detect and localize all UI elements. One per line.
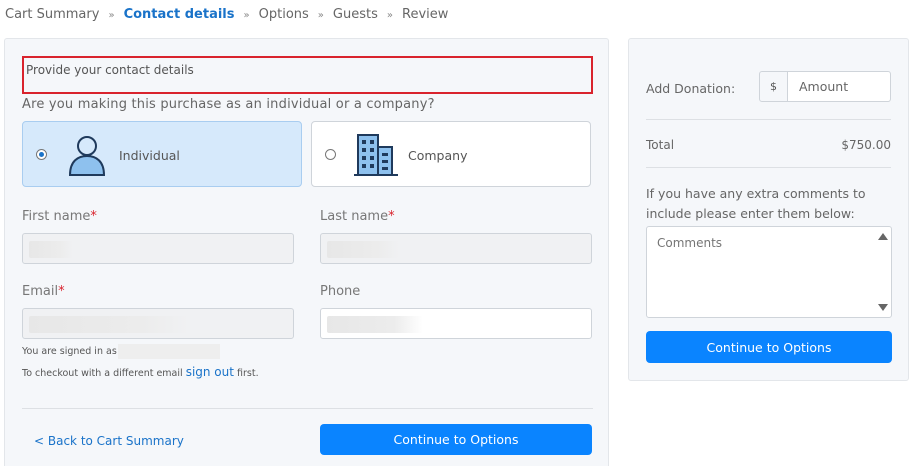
phone-label: Phone xyxy=(320,284,361,299)
form-divider xyxy=(22,408,593,409)
first-name-label: First name* xyxy=(22,209,97,224)
breadcrumb-separator: » xyxy=(243,10,250,21)
checkout-note: To checkout with a different email sign … xyxy=(22,365,259,379)
summary-divider xyxy=(646,167,891,168)
person-icon xyxy=(68,136,106,176)
company-label: Company xyxy=(408,148,468,163)
total-value: $750.00 xyxy=(841,138,891,152)
individual-label: Individual xyxy=(119,148,180,163)
company-radio[interactable] xyxy=(325,149,336,160)
email-label: Email* xyxy=(22,284,65,299)
phone-field[interactable] xyxy=(320,308,592,339)
redacted-value xyxy=(327,241,399,258)
breadcrumb-options: Options xyxy=(258,7,309,22)
breadcrumb-cart-summary[interactable]: Cart Summary xyxy=(5,7,99,22)
scroll-up-arrow-icon[interactable] xyxy=(878,233,888,240)
sign-out-link[interactable]: sign out xyxy=(186,365,234,379)
scroll-down-arrow-icon[interactable] xyxy=(878,304,888,311)
redacted-value xyxy=(29,316,189,333)
breadcrumb-guests: Guests xyxy=(332,7,378,22)
breadcrumb-separator: » xyxy=(108,10,115,21)
currency-symbol: $ xyxy=(759,71,788,102)
sidebar-continue-to-options-button[interactable]: Continue to Options xyxy=(646,331,892,363)
redacted-value xyxy=(327,316,423,333)
section-title-highlight: Provide your contact details xyxy=(22,56,593,94)
building-icon xyxy=(354,134,398,176)
comments-scrollbar[interactable] xyxy=(874,227,890,317)
summary-divider xyxy=(646,119,891,120)
redacted-email xyxy=(117,344,220,359)
breadcrumb-contact-details: Contact details xyxy=(123,7,235,22)
individual-radio[interactable] xyxy=(36,149,47,160)
email-field[interactable] xyxy=(22,308,294,339)
redacted-value xyxy=(29,241,73,258)
individual-option-card[interactable]: Individual xyxy=(22,121,302,187)
donation-amount-input[interactable] xyxy=(787,71,891,102)
breadcrumb-separator: » xyxy=(317,10,324,21)
breadcrumb-separator: » xyxy=(386,10,394,21)
comments-prompt: If you have any extra comments to includ… xyxy=(646,186,866,221)
signed-in-note: You are signed in as xyxy=(22,344,220,359)
last-name-field[interactable] xyxy=(320,233,592,264)
breadcrumb-review: Review xyxy=(402,7,449,22)
last-name-label: Last name* xyxy=(320,209,395,224)
first-name-field[interactable] xyxy=(22,233,294,264)
section-title: Provide your contact details xyxy=(26,63,194,77)
purchase-type-question: Are you making this purchase as an indiv… xyxy=(22,97,435,112)
continue-to-options-button[interactable]: Continue to Options xyxy=(320,424,592,455)
back-to-cart-summary-link[interactable]: < Back to Cart Summary xyxy=(34,434,184,448)
contact-details-panel: Provide your contact details Are you mak… xyxy=(4,38,609,466)
total-label: Total xyxy=(646,138,675,152)
comments-textarea[interactable] xyxy=(646,226,892,318)
donation-label: Add Donation: xyxy=(646,81,736,96)
breadcrumb: Cart Summary » Contact details » Options » Gue… xyxy=(5,7,448,22)
order-summary-panel: Add Donation: $ Total $750.00 If you hav… xyxy=(628,38,909,381)
company-option-card[interactable]: Company xyxy=(311,121,591,187)
